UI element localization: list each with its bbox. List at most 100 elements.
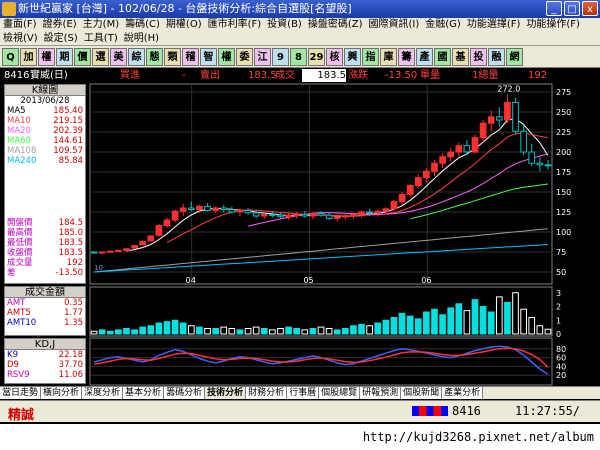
candle xyxy=(406,185,414,195)
tab-3[interactable]: 基本分析 xyxy=(123,387,165,399)
indicator-value: 183.5 xyxy=(58,238,83,248)
y-tick-label: 75 xyxy=(556,248,566,257)
candle xyxy=(374,210,382,214)
volume-bar xyxy=(196,326,203,335)
tab-5[interactable]: 技術分析 xyxy=(205,387,247,399)
volume-bar xyxy=(171,319,179,335)
volume-bar xyxy=(504,301,511,335)
volume-bar xyxy=(398,312,406,335)
indicator-row: MA60 144.61 xyxy=(5,136,85,146)
indicator-name: MA240 xyxy=(7,156,37,166)
candle xyxy=(366,211,373,214)
indicator-name: K9 xyxy=(7,350,18,360)
volume-bar xyxy=(163,321,171,335)
indicator-value: 1.35 xyxy=(64,318,83,328)
tab-8[interactable]: 個股總覽 xyxy=(319,387,361,399)
candle xyxy=(341,215,349,218)
candle xyxy=(244,209,252,214)
volume-bar xyxy=(285,326,292,335)
indicator-name: 開盤價 xyxy=(7,218,33,228)
chart-area[interactable]: 275 250 225 200 175 150 125 100 75 50 04 05 06 1 0 272.… xyxy=(0,0,600,450)
tab-6[interactable]: 財務分析 xyxy=(246,387,288,399)
tab-0[interactable]: 當日走勢 xyxy=(0,387,42,399)
indicator-value: 192 xyxy=(66,258,83,268)
volume-bar xyxy=(439,314,446,335)
kline-date: 2013/06/28 xyxy=(20,96,70,106)
candle xyxy=(147,235,155,242)
candle xyxy=(269,213,276,216)
volume-bar xyxy=(309,328,317,335)
indicator-name: D9 xyxy=(7,360,19,370)
volume-bar xyxy=(471,299,479,335)
candle xyxy=(495,116,503,121)
watermark-url: http://kujd3268.pixnet.net/album xyxy=(0,424,600,450)
indicator-name: AMT5 xyxy=(7,308,31,318)
indicator-value: 0.35 xyxy=(64,298,83,308)
candle xyxy=(98,251,106,254)
candle xyxy=(228,209,236,213)
indicator-value: 185.0 xyxy=(58,228,83,238)
indicator-name: MA10 xyxy=(7,116,31,126)
volume-bar xyxy=(544,328,552,335)
indicator-row: MA240 85.84 xyxy=(5,156,85,166)
brand-label: 精誠 xyxy=(8,408,35,423)
y-tick-label: 60 xyxy=(556,354,566,363)
candle xyxy=(487,116,495,124)
volume-bar xyxy=(260,328,268,335)
indicator-row: AMT10 1.35 xyxy=(5,318,85,328)
tab-10[interactable]: 個股新聞 xyxy=(401,387,443,399)
candle xyxy=(123,248,130,251)
peak-label: 272.0 xyxy=(497,84,520,93)
tab-9[interactable]: 研報預測 xyxy=(360,387,402,399)
candle xyxy=(301,213,309,217)
y-tick-label: 3 xyxy=(556,289,561,298)
indicator-value: 184.5 xyxy=(58,218,83,228)
indicator-name: MA20 xyxy=(7,126,31,136)
status-stock-code: 8416 xyxy=(452,404,481,418)
tab-1[interactable]: 橫向分析 xyxy=(41,387,83,399)
indicator-row: AMT 0.35 xyxy=(5,298,85,308)
tab-7[interactable]: 行事曆 xyxy=(287,387,320,399)
tab-11[interactable]: 產業分析 xyxy=(442,387,484,399)
tab-2[interactable]: 深度分析 xyxy=(82,387,124,399)
candle xyxy=(277,214,284,218)
tab-4[interactable]: 籌碼分析 xyxy=(164,387,206,399)
x-tick-label: 04 xyxy=(186,276,196,285)
volume-bar xyxy=(228,328,236,335)
candle xyxy=(220,207,228,211)
indicator-name: AMT xyxy=(7,298,26,308)
indicator-row: 開盤價 184.5 xyxy=(5,218,85,228)
volume-bar xyxy=(333,329,341,335)
candle xyxy=(252,212,260,217)
volume-bar xyxy=(252,326,260,335)
volume-bar xyxy=(106,330,114,335)
volume-bar xyxy=(536,325,544,335)
volume-bar xyxy=(455,303,463,335)
volume-bar xyxy=(244,328,252,335)
indicator-row: RSV9 11.06 xyxy=(5,370,85,380)
kline-panel: K線圖 2013/06/28 MA5 185.40 MA10 219.15 MA20 20… xyxy=(4,84,86,284)
indicator-row: 成交量 192 xyxy=(5,258,85,268)
signal-indicator xyxy=(412,406,448,416)
volume-bar xyxy=(406,315,414,335)
candle xyxy=(455,145,463,153)
volume-bar xyxy=(179,322,187,335)
indicator-name: MA108 xyxy=(7,146,37,156)
kline-title: K線圖 xyxy=(5,85,85,96)
indicator-row: D9 37.70 xyxy=(5,360,85,370)
candle xyxy=(309,213,317,217)
volume-bar xyxy=(317,326,325,335)
y-tick-label: 1 xyxy=(556,316,561,325)
indicator-row: MA20 202.39 xyxy=(5,126,85,136)
indicator-value: 183.5 xyxy=(58,248,83,258)
y-tick-label: 175 xyxy=(556,168,571,177)
candle xyxy=(106,250,114,253)
candle xyxy=(317,213,325,216)
candle xyxy=(414,177,422,187)
indicator-row: MA10 219.15 xyxy=(5,116,85,126)
candle xyxy=(333,216,341,219)
candle xyxy=(390,201,398,210)
candle xyxy=(131,245,138,249)
indicator-row: 差 -13.50 xyxy=(5,268,85,278)
volume-bar xyxy=(98,329,106,335)
